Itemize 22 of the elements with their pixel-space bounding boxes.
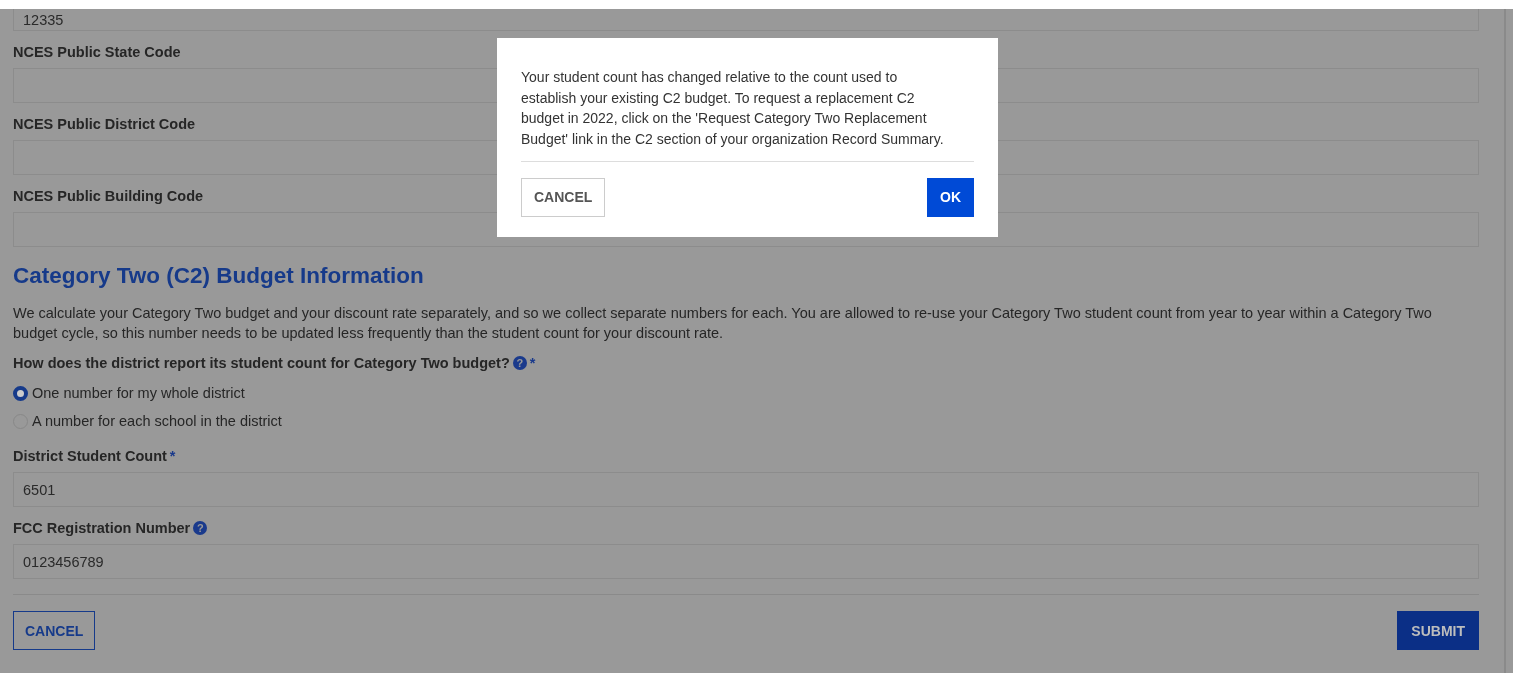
help-icon[interactable]: ? xyxy=(512,356,527,370)
section-description: We calculate your Category Two budget and your discount rate separately, and so we collect separate numbers for each. You are allowed to re-use your Category Two student count from year to year within a Category Two budget cycle, so this number needs to be updated less frequently than the student count for your discount rate. xyxy=(13,304,1433,343)
required-mark: * xyxy=(169,448,176,464)
question-label: How does the district report its student count for Category Two budget? xyxy=(13,355,510,371)
input-field[interactable]: 6501 xyxy=(13,472,1479,507)
ok-button[interactable]: OK xyxy=(927,177,974,217)
field-label: NCES Public Building Code xyxy=(13,188,204,204)
dialog-message: Your student count has changed relative to the count used to establish your existing C2 budget. To request a replacement C2 budget in 2022, click on the 'Request Category Two Replacement Budget' link in the C2 section of your organization Record Summary. xyxy=(521,68,945,150)
radio-label[interactable]: One number for my whole district xyxy=(32,385,245,401)
field-label: NCES Public District Code xyxy=(13,116,196,132)
input-field[interactable]: 0123456789 xyxy=(13,544,1479,579)
input-field[interactable]: 12335 xyxy=(13,9,1479,31)
radio-label[interactable]: A number for each school in the district xyxy=(32,413,282,429)
field-label: District Student Count xyxy=(13,448,167,464)
cancel-button[interactable]: CANCEL xyxy=(13,611,96,650)
submit-button[interactable]: SUBMIT xyxy=(1397,611,1479,650)
help-icon[interactable]: ? xyxy=(193,521,208,535)
required-mark: * xyxy=(529,355,536,371)
field-label: FCC Registration Number xyxy=(13,520,191,536)
section-heading: Category Two (C2) Budget Information xyxy=(13,263,425,289)
cancel-button[interactable]: CANCEL xyxy=(521,177,606,217)
field-label: NCES Public State Code xyxy=(13,44,181,60)
